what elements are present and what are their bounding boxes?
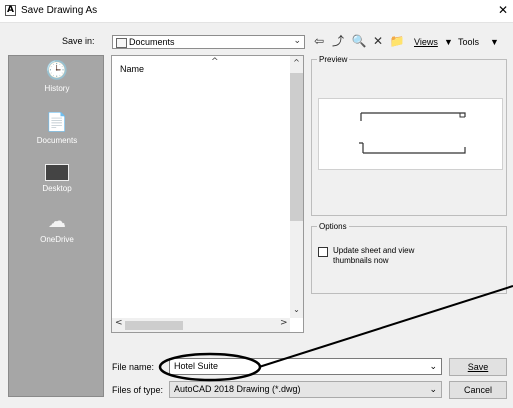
scroll-right-arrow-icon[interactable]: > xyxy=(280,318,288,328)
preview-group: Preview xyxy=(311,55,507,216)
drawing-thumbnail xyxy=(359,112,466,154)
scroll-down-arrow-icon[interactable]: ⌄ xyxy=(290,305,303,314)
place-history[interactable]: 🕒 History xyxy=(9,60,105,94)
sort-ascending-icon: ^ xyxy=(211,57,219,67)
file-type-label: Files of type: xyxy=(112,385,164,395)
options-title: Options xyxy=(317,222,349,231)
update-thumbnails-label: Update sheet and view thumbnails now xyxy=(333,246,415,265)
drawing-preview xyxy=(318,98,503,170)
documents-icon: 📄 xyxy=(45,112,69,133)
tools-dropdown-arrow-icon[interactable]: ▼ xyxy=(490,37,499,47)
chevron-down-icon[interactable]: ⌄ xyxy=(429,360,437,375)
folder-icon xyxy=(116,38,127,48)
place-documents[interactable]: 📄 Documents xyxy=(9,112,105,146)
place-desktop[interactable]: Desktop xyxy=(9,164,105,193)
autocad-app-icon: A xyxy=(5,5,16,16)
views-menu-button[interactable]: Views xyxy=(414,37,438,47)
column-header-name[interactable]: Name xyxy=(120,64,144,74)
file-name-label: File name: xyxy=(112,362,155,372)
update-thumbnails-checkbox[interactable] xyxy=(318,247,328,257)
chevron-down-icon: ⌄ xyxy=(429,385,437,395)
save-in-value: Documents xyxy=(129,37,175,47)
window-title: Save Drawing As xyxy=(21,5,98,16)
views-dropdown-arrow-icon[interactable]: ▼ xyxy=(444,37,453,47)
vertical-scroll-thumb[interactable] xyxy=(290,73,303,221)
place-label: History xyxy=(44,84,70,93)
title-bar: A Save Drawing As ✕ xyxy=(0,0,513,22)
place-label: OneDrive xyxy=(40,235,74,244)
tools-menu-button[interactable]: Tools xyxy=(458,37,479,47)
save-in-label: Save in: xyxy=(62,36,95,46)
scroll-left-arrow-icon[interactable]: < xyxy=(115,318,123,328)
places-bar: 🕒 History 📄 Documents Desktop ☁ OneDrive xyxy=(8,55,104,397)
close-icon[interactable]: ✕ xyxy=(498,3,508,17)
history-icon: 🕒 xyxy=(45,60,69,81)
file-name-input[interactable]: Hotel Suite ⌄ xyxy=(169,358,442,375)
desktop-icon xyxy=(45,164,69,181)
options-group: Options Update sheet and view thumbnails… xyxy=(311,222,507,294)
scroll-up-arrow-icon[interactable]: ^ xyxy=(290,58,303,67)
cancel-button[interactable]: Cancel xyxy=(449,381,507,399)
save-in-dropdown[interactable]: Documents ⌄ xyxy=(112,35,305,49)
delete-icon[interactable]: ✕ xyxy=(370,33,386,49)
place-label: Documents xyxy=(36,136,78,145)
up-folder-icon[interactable]: ⤴ xyxy=(330,33,346,49)
place-onedrive[interactable]: ☁ OneDrive xyxy=(9,211,105,245)
file-type-value: AutoCAD 2018 Drawing (*.dwg) xyxy=(174,384,301,394)
horizontal-scroll-thumb[interactable] xyxy=(125,321,183,330)
file-name-value: Hotel Suite xyxy=(174,361,219,371)
search-web-icon[interactable]: 🔍 xyxy=(351,33,367,49)
place-label: Desktop xyxy=(42,184,72,193)
file-list[interactable]: Name ^ ^ ⌄ < > xyxy=(111,55,304,333)
onedrive-icon: ☁ xyxy=(48,211,66,232)
chevron-down-icon: ⌄ xyxy=(293,36,301,46)
save-button-label: Save xyxy=(467,362,489,372)
new-folder-icon[interactable]: 📁 xyxy=(389,33,405,49)
file-type-dropdown[interactable]: AutoCAD 2018 Drawing (*.dwg) ⌄ xyxy=(169,381,442,398)
save-button[interactable]: Save xyxy=(449,358,507,376)
preview-title: Preview xyxy=(317,55,350,64)
back-icon[interactable]: ⇦ xyxy=(311,33,327,49)
